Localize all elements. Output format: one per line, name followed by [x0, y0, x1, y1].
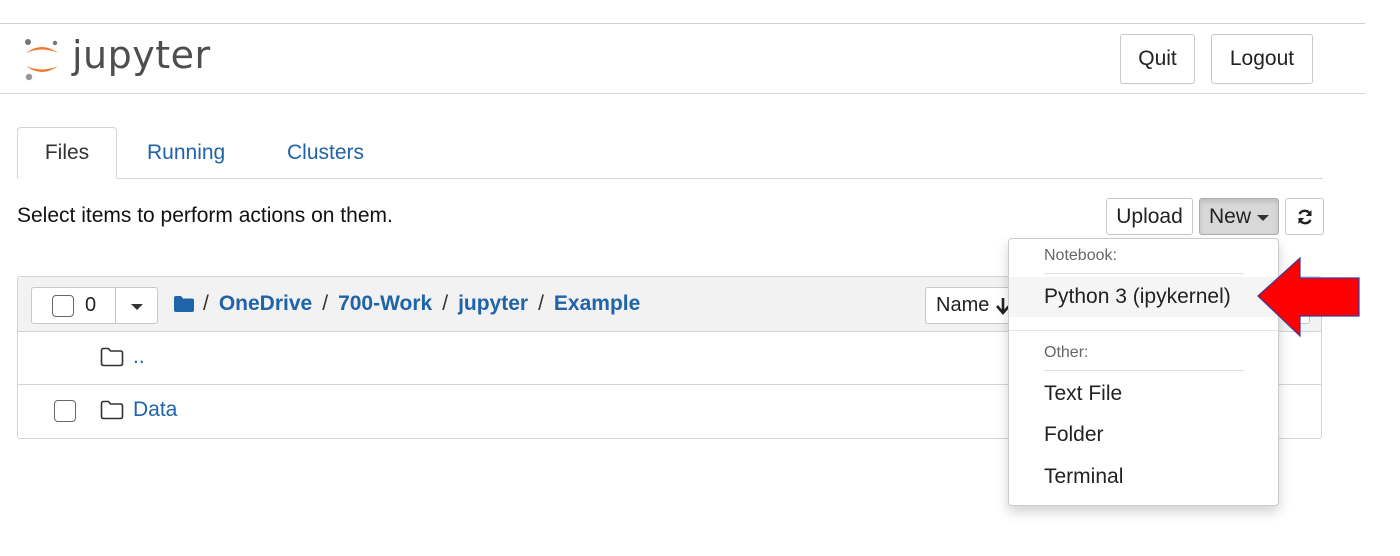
- menu-item-text-file[interactable]: Text File: [1009, 374, 1278, 414]
- menu-section-other: Other:: [1044, 344, 1089, 361]
- logo-text: jupyter: [72, 33, 211, 77]
- folder-icon: [100, 400, 124, 420]
- sort-label: Name: [936, 294, 990, 316]
- folder-icon: [100, 347, 124, 367]
- folder-link-data[interactable]: Data: [133, 398, 177, 422]
- jupyter-logo[interactable]: jupyter: [22, 33, 212, 84]
- annotation-arrow-icon: [1257, 256, 1360, 338]
- menu-divider: [1009, 330, 1278, 331]
- refresh-button[interactable]: [1285, 198, 1324, 235]
- parent-directory-link[interactable]: ..: [133, 345, 145, 369]
- menu-item-python3-ipykernel[interactable]: Python 3 (ipykernel): [1009, 277, 1278, 317]
- sort-by-name-button[interactable]: Name: [925, 287, 1015, 324]
- menu-divider: [1044, 273, 1244, 274]
- select-all-toggle[interactable]: 0: [32, 288, 116, 323]
- upload-button[interactable]: Upload: [1106, 198, 1193, 235]
- new-button-label: New: [1208, 204, 1251, 228]
- selection-hint: Select items to perform actions on them.: [17, 204, 393, 227]
- top-divider: [0, 23, 1365, 24]
- caret-down-icon: [1257, 214, 1269, 221]
- breadcrumb: / OneDrive / 700-Work / jupyter / Exampl…: [173, 289, 640, 319]
- select-all-group: 0: [31, 287, 158, 324]
- refresh-icon: [1297, 209, 1312, 224]
- menu-section-notebook: Notebook:: [1044, 247, 1117, 264]
- select-all-checkbox[interactable]: [52, 294, 74, 317]
- caret-down-icon: [130, 303, 143, 310]
- header-divider: [0, 93, 1365, 94]
- new-dropdown-menu: Notebook: Python 3 (ipykernel) Other: Te…: [1008, 238, 1279, 506]
- breadcrumb-separator: /: [538, 292, 544, 315]
- menu-item-terminal[interactable]: Terminal: [1009, 457, 1278, 497]
- tab-bar: Files Running Clusters: [17, 127, 1323, 179]
- breadcrumb-separator: /: [322, 292, 329, 315]
- breadcrumb-separator: /: [203, 292, 209, 315]
- folder-icon[interactable]: [173, 295, 195, 313]
- selected-count: 0: [85, 294, 97, 316]
- breadcrumb-700-work[interactable]: 700-Work: [338, 292, 432, 316]
- menu-item-folder[interactable]: Folder: [1009, 415, 1278, 455]
- select-menu-button[interactable]: [116, 288, 157, 323]
- breadcrumb-separator: /: [442, 292, 449, 315]
- breadcrumb-onedrive[interactable]: OneDrive: [219, 292, 312, 316]
- quit-button[interactable]: Quit: [1120, 34, 1195, 84]
- new-dropdown-button[interactable]: New: [1199, 198, 1279, 235]
- menu-divider: [1044, 370, 1244, 371]
- tab-running[interactable]: Running: [147, 127, 225, 179]
- jupyter-logo-icon: [25, 39, 58, 81]
- row-checkbox[interactable]: [54, 400, 76, 422]
- breadcrumb-example[interactable]: Example: [554, 292, 640, 316]
- tab-clusters[interactable]: Clusters: [287, 127, 364, 179]
- breadcrumb-jupyter[interactable]: jupyter: [458, 292, 528, 316]
- tab-files[interactable]: Files: [17, 127, 117, 179]
- logout-button[interactable]: Logout: [1211, 34, 1313, 84]
